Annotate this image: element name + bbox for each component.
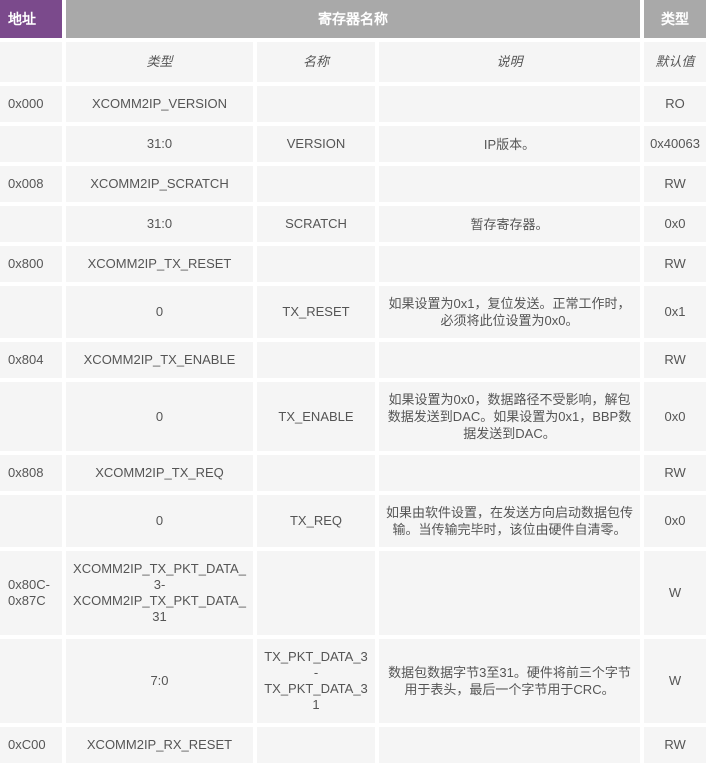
description-cell: 暂存寄存器。 xyxy=(379,206,644,246)
default-cell: RW xyxy=(644,455,706,495)
default-cell: W xyxy=(644,551,706,639)
default-cell: RW xyxy=(644,342,706,382)
address-cell: 0x000 xyxy=(0,86,66,126)
address-cell xyxy=(0,639,66,727)
name-cell xyxy=(257,246,379,286)
default-cell: RW xyxy=(644,166,706,206)
table-row: 7:0TX_PKT_DATA_3-TX_PKT_DATA_31数据包数据字节3至… xyxy=(0,639,706,727)
field-cell: XCOMM2IP_TX_RESET xyxy=(66,246,257,286)
name-cell: VERSION xyxy=(257,126,379,166)
description-cell: 如果设置为0x1，复位发送。正常工作时，必须将此位设置为0x0。 xyxy=(379,286,644,342)
description-cell: 如果设置为0x0，数据路径不受影响，解包数据发送到DAC。如果设置为0x1，BB… xyxy=(379,382,644,455)
default-cell: 0x1 xyxy=(644,286,706,342)
field-cell: 31:0 xyxy=(66,126,257,166)
address-cell: 0x808 xyxy=(0,455,66,495)
address-cell: 0x80C-0x87C xyxy=(0,551,66,639)
table-row: 31:0SCRATCH暂存寄存器。0x0 xyxy=(0,206,706,246)
default-cell: W xyxy=(644,639,706,727)
description-cell xyxy=(379,455,644,495)
table-row: 31:0VERSIONIP版本。0x40063 xyxy=(0,126,706,166)
address-column-header: 地址 xyxy=(0,0,66,42)
subheader-name-label: 名称 xyxy=(257,42,379,86)
description-cell xyxy=(379,86,644,126)
field-cell: XCOMM2IP_TX_REQ xyxy=(66,455,257,495)
table-row: 0x008XCOMM2IP_SCRATCH RW xyxy=(0,166,706,206)
name-cell: TX_REQ xyxy=(257,495,379,551)
description-cell xyxy=(379,166,644,206)
address-cell xyxy=(0,286,66,342)
default-cell: 0x0 xyxy=(644,382,706,455)
type-column-header: 类型 xyxy=(644,0,706,42)
address-cell: 0x008 xyxy=(0,166,66,206)
address-cell xyxy=(0,495,66,551)
field-cell: 7:0 xyxy=(66,639,257,727)
table-row: 0x000XCOMM2IP_VERSION RO xyxy=(0,86,706,126)
field-cell: XCOMM2IP_VERSION xyxy=(66,86,257,126)
table-header-row: 地址 寄存器名称 类型 xyxy=(0,0,706,42)
name-cell: SCRATCH xyxy=(257,206,379,246)
name-cell xyxy=(257,727,379,767)
name-cell: TX_ENABLE xyxy=(257,382,379,455)
name-cell xyxy=(257,455,379,495)
table-row: 0TX_REQ如果由软件设置，在发送方向启动数据包传输。当传输完毕时，该位由硬件… xyxy=(0,495,706,551)
field-cell: 0 xyxy=(66,286,257,342)
address-cell xyxy=(0,206,66,246)
field-cell: XCOMM2IP_RX_RESET xyxy=(66,727,257,767)
address-cell xyxy=(0,126,66,166)
description-cell: IP版本。 xyxy=(379,126,644,166)
description-cell xyxy=(379,551,644,639)
address-cell: 0xC00 xyxy=(0,727,66,767)
register-name-column-header: 寄存器名称 xyxy=(66,0,644,42)
field-cell: XCOMM2IP_TX_PKT_DATA_3-XCOMM2IP_TX_PKT_D… xyxy=(66,551,257,639)
table-subheader-row: 类型 名称 说明 默认值 xyxy=(0,42,706,86)
name-cell xyxy=(257,86,379,126)
table-row: 0xC00XCOMM2IP_RX_RESET RW xyxy=(0,727,706,767)
description-cell: 数据包数据字节3至31。硬件将前三个字节用于表头，最后一个字节用于CRC。 xyxy=(379,639,644,727)
default-cell: 0x0 xyxy=(644,495,706,551)
field-cell: XCOMM2IP_SCRATCH xyxy=(66,166,257,206)
table-body: 0x000XCOMM2IP_VERSIONRO31:0VERSIONIP版本。0… xyxy=(0,86,706,767)
default-cell: RW xyxy=(644,727,706,767)
default-cell: RW xyxy=(644,246,706,286)
register-map-table: 地址 寄存器名称 类型 类型 名称 说明 默认值 0x000XCOMM2IP_V… xyxy=(0,0,706,767)
table-row: 0x80C-0x87CXCOMM2IP_TX_PKT_DATA_3-XCOMM2… xyxy=(0,551,706,639)
field-cell: 31:0 xyxy=(66,206,257,246)
name-cell xyxy=(257,166,379,206)
subheader-type-label: 类型 xyxy=(66,42,257,86)
subheader-empty-cell xyxy=(0,42,66,86)
subheader-description-label: 说明 xyxy=(379,42,644,86)
table-row: 0x808XCOMM2IP_TX_REQ RW xyxy=(0,455,706,495)
field-cell: XCOMM2IP_TX_ENABLE xyxy=(66,342,257,382)
address-cell: 0x800 xyxy=(0,246,66,286)
field-cell: 0 xyxy=(66,495,257,551)
address-cell: 0x804 xyxy=(0,342,66,382)
table-row: 0x800XCOMM2IP_TX_RESET RW xyxy=(0,246,706,286)
field-cell: 0 xyxy=(66,382,257,455)
register-map-document: 地址 寄存器名称 类型 类型 名称 说明 默认值 0x000XCOMM2IP_V… xyxy=(0,0,706,767)
description-cell xyxy=(379,246,644,286)
table-row: 0TX_RESET如果设置为0x1，复位发送。正常工作时，必须将此位设置为0x0… xyxy=(0,286,706,342)
name-cell: TX_RESET xyxy=(257,286,379,342)
description-cell: 如果由软件设置，在发送方向启动数据包传输。当传输完毕时，该位由硬件自清零。 xyxy=(379,495,644,551)
name-cell xyxy=(257,342,379,382)
table-row: 0x804XCOMM2IP_TX_ENABLE RW xyxy=(0,342,706,382)
address-cell xyxy=(0,382,66,455)
default-cell: RO xyxy=(644,86,706,126)
default-cell: 0x40063 xyxy=(644,126,706,166)
table-row: 0TX_ENABLE如果设置为0x0，数据路径不受影响，解包数据发送到DAC。如… xyxy=(0,382,706,455)
subheader-default-label: 默认值 xyxy=(644,42,706,86)
name-cell xyxy=(257,551,379,639)
default-cell: 0x0 xyxy=(644,206,706,246)
name-cell: TX_PKT_DATA_3-TX_PKT_DATA_31 xyxy=(257,639,379,727)
description-cell xyxy=(379,727,644,767)
description-cell xyxy=(379,342,644,382)
